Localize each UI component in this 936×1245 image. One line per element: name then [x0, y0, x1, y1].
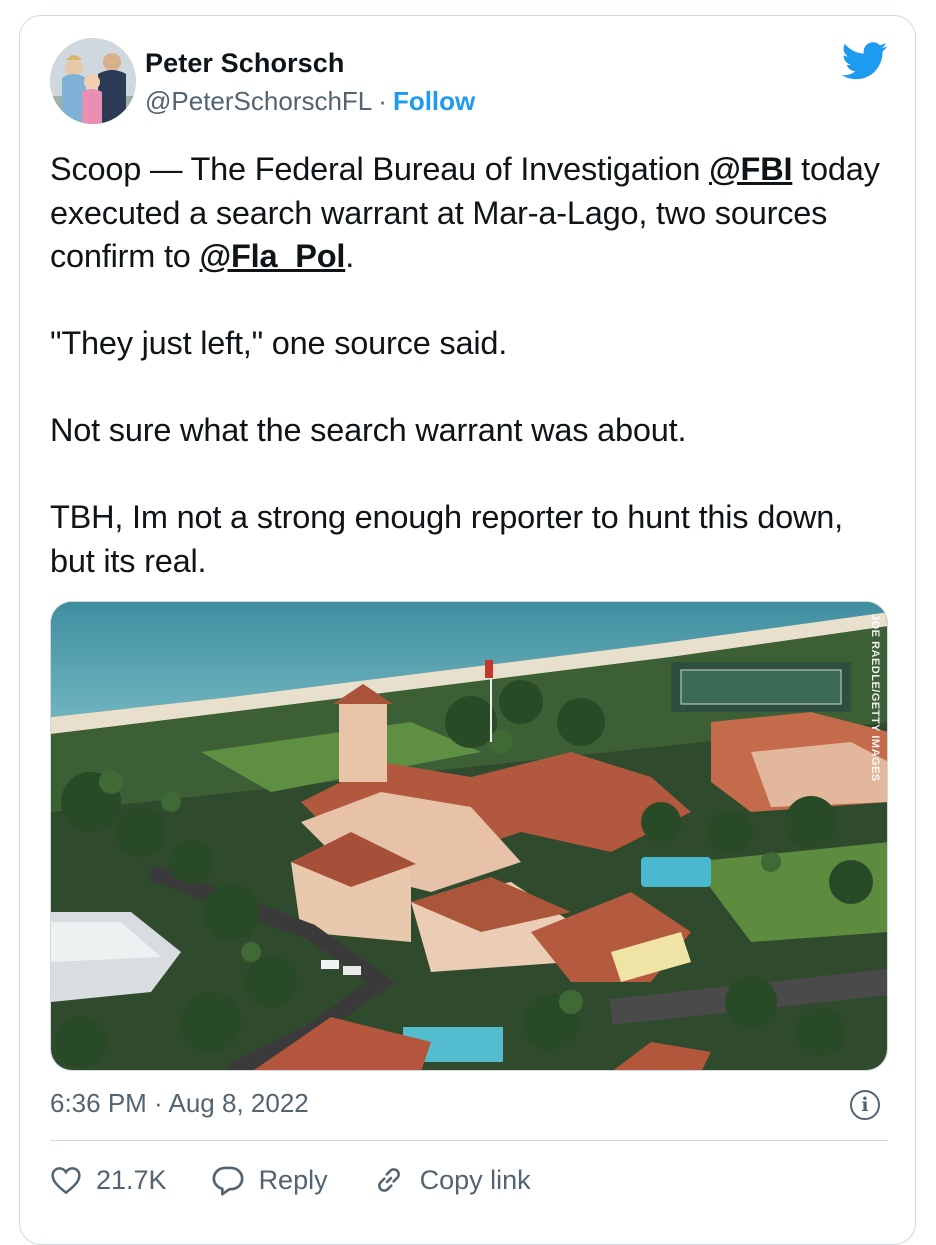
tweet-paragraph-3: Not sure what the search warrant was abo… [50, 412, 687, 448]
like-button[interactable]: 21.7K [50, 1165, 167, 1196]
tweet-paragraph-4: TBH, Im not a strong enough reporter to … [50, 499, 843, 579]
separator-dot: · [378, 86, 387, 116]
mention-fbi-link[interactable]: @FBI [709, 151, 792, 187]
tweet-paragraph-1: Scoop — The Federal Bureau of Investigat… [50, 148, 890, 279]
photo-credit: JOE RAEDLE/GETTY IMAGES [869, 614, 881, 782]
twitter-bird-icon[interactable] [842, 42, 888, 80]
timestamp-separator: · [146, 1088, 169, 1118]
action-bar: 21.7K Reply Copy link [50, 1158, 575, 1202]
tweet-paragraph-2: "They just left," one source said. [50, 325, 508, 361]
tweet-time: 6:36 PM [50, 1088, 147, 1118]
author-handle-row: @PeterSchorschFL · Follow [145, 86, 475, 117]
link-icon [377, 1168, 400, 1192]
divider [50, 1140, 888, 1141]
tweet-text-part: Scoop — The Federal Bureau of Investigat… [50, 151, 710, 187]
tweet-text: Scoop — The Federal Bureau of Investigat… [50, 148, 890, 583]
author-name[interactable]: Peter Schorsch [145, 48, 344, 79]
tweet-timestamp[interactable]: 6:36 PM · Aug 8, 2022 [50, 1088, 309, 1119]
follow-button[interactable]: Follow [393, 86, 475, 116]
info-icon[interactable]: i [850, 1090, 880, 1120]
reply-label: Reply [258, 1164, 328, 1195]
avatar-photo [50, 38, 136, 124]
tweet-date: Aug 8, 2022 [168, 1088, 309, 1118]
heart-icon [51, 1167, 81, 1195]
mention-fla-pol-link[interactable]: @Fla_Pol [200, 238, 346, 274]
copy-link-button[interactable]: Copy link [372, 1164, 531, 1196]
copy-link-label: Copy link [419, 1164, 531, 1195]
avatar[interactable] [50, 38, 136, 124]
tweet-text-part: . [345, 238, 355, 274]
author-handle[interactable]: @PeterSchorschFL [145, 86, 372, 116]
like-count: 21.7K [96, 1164, 167, 1195]
aerial-estate-image [51, 602, 887, 1070]
reply-bubble-icon [212, 1166, 244, 1196]
reply-button[interactable]: Reply [211, 1164, 328, 1196]
tweet-photo[interactable]: JOE RAEDLE/GETTY IMAGES [50, 601, 888, 1071]
